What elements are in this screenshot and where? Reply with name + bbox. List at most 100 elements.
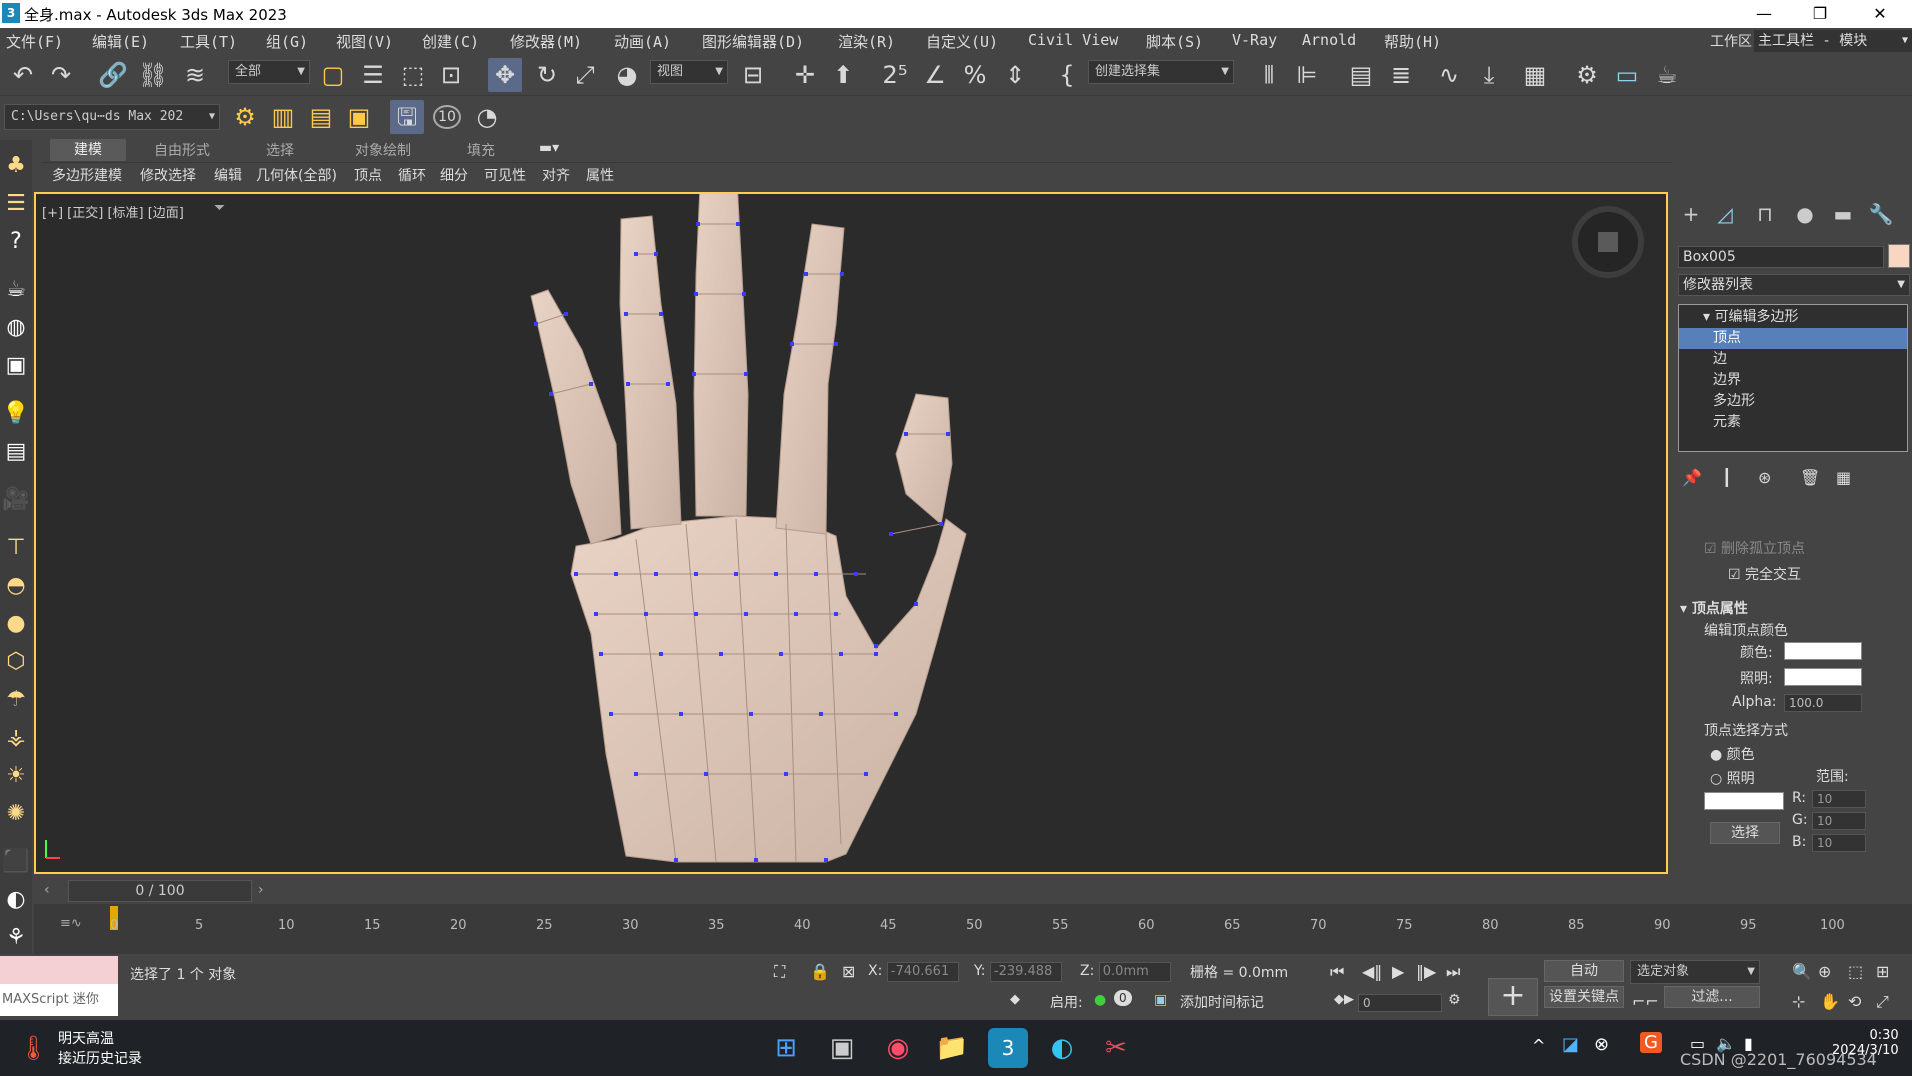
maximize-button[interactable]: ❐ (1792, 0, 1848, 28)
stack-edge[interactable]: 边 (1679, 349, 1907, 370)
save-icon[interactable]: 🖫 (390, 100, 424, 134)
3dsmax-taskbar-icon[interactable]: 3 (988, 1028, 1028, 1068)
schematic-view-icon[interactable]: ⤓ (1472, 58, 1506, 92)
vertex-color-swatch[interactable] (1784, 642, 1862, 660)
menu-scripting[interactable]: 脚本(S) (1146, 31, 1203, 52)
go-to-end-icon[interactable]: ⏭ (1446, 962, 1460, 982)
rect-selection-icon[interactable]: ⬚ (396, 58, 430, 92)
prev-frame-icon[interactable]: ‹ (44, 882, 50, 898)
snipping-tool-icon[interactable]: ✂ (1096, 1028, 1136, 1068)
stack-border[interactable]: 边界 (1679, 370, 1907, 391)
tab-selection[interactable]: 选择 (250, 140, 310, 160)
project-browse-icon[interactable]: ▤ (304, 100, 338, 134)
illumination-swatch[interactable] (1784, 668, 1862, 686)
redo-icon[interactable]: ↷ (44, 58, 78, 92)
tab-modeling[interactable]: 建模 (50, 139, 126, 161)
track-bar[interactable]: ≡∿ 0 5 10 15 20 25 30 35 40 45 50 55 60 … (34, 904, 1912, 954)
system-clock[interactable]: 0:30 2024/3/10 (1832, 1028, 1899, 1058)
stack-vertex[interactable]: 顶点 (1679, 328, 1907, 349)
time-slider[interactable]: ‹ 0 / 100 › (34, 878, 1668, 904)
menu-civil-view[interactable]: Civil View (1028, 31, 1118, 49)
radio-color[interactable]: ● 颜色 (1710, 744, 1755, 764)
spinner-snap-icon[interactable]: ⇕ (998, 58, 1032, 92)
menu-rendering[interactable]: 渲染(R) (838, 31, 895, 52)
select-color-swatch[interactable] (1704, 792, 1784, 810)
menu-edit[interactable]: 编辑(E) (92, 31, 149, 52)
enable-toggle[interactable]: 0 (1114, 990, 1132, 1006)
menu-modifiers[interactable]: 修改器(M) (510, 31, 582, 52)
viewcube[interactable] (1572, 206, 1644, 278)
create-tab-icon[interactable]: + (1676, 202, 1706, 228)
set-key-button[interactable]: 设置关键点 (1544, 986, 1624, 1008)
panel-geometry-all[interactable]: 几何体(全部) (256, 165, 337, 185)
menu-tools[interactable]: 工具(T) (180, 31, 237, 52)
panel-visibility[interactable]: 可见性 (484, 165, 526, 185)
minimize-button[interactable]: — (1736, 0, 1792, 28)
layer-explorer-icon[interactable]: ≣ (1384, 58, 1418, 92)
menu-graph-editors[interactable]: 图形编辑器(D) (702, 31, 804, 52)
teapot-icon[interactable]: ☕ (2, 276, 30, 304)
select-object-icon[interactable]: ▢ (316, 58, 350, 92)
material-sphere-icon[interactable]: ◐ (2, 886, 30, 914)
mesh-light-icon[interactable]: ⚶ (2, 724, 30, 752)
y-field[interactable]: -239.488 (989, 962, 1062, 982)
angle-snap-icon[interactable]: ∠ (918, 58, 952, 92)
camera-list-icon[interactable]: ▤ (2, 438, 30, 466)
full-interactivity-checkbox[interactable]: ☑ 完全交互 (1728, 564, 1801, 584)
reference-coord-dropdown[interactable]: 视图 ▼ (650, 60, 728, 84)
panel-properties[interactable]: 属性 (586, 165, 614, 185)
hand-thumb[interactable] (895, 393, 953, 525)
tray-app-icon[interactable]: ◪ (1562, 1034, 1579, 1055)
unlink-icon[interactable]: ⛓ (136, 58, 170, 92)
bind-space-warp-icon[interactable]: ≋ (178, 58, 212, 92)
panel-vertices[interactable]: 顶点 (354, 165, 382, 185)
field-of-view-icon[interactable]: ⊹ (1792, 992, 1805, 1011)
keyboard-shortcut-override-icon[interactable]: ⬆ (826, 58, 860, 92)
maxscript-listener[interactable]: MAXScript 迷你 (0, 956, 118, 1016)
zoom-all-icon[interactable]: ⊕ (1818, 962, 1831, 981)
z-field[interactable]: 0.0mm (1098, 962, 1171, 982)
remove-modifier-icon[interactable]: 🗑 (1800, 468, 1820, 487)
umbrella-light-icon[interactable]: ☂ (2, 686, 30, 714)
select-scale-icon[interactable]: ⤢ (568, 58, 602, 92)
key-filters-button[interactable]: 过滤... (1664, 986, 1760, 1008)
bulb-icon[interactable]: 💡 (2, 400, 30, 428)
key-filter-dropdown[interactable]: 选定对象 ▼ (1630, 960, 1760, 984)
edit-named-selection-icon[interactable]: { (1050, 58, 1084, 92)
current-frame-field[interactable]: 0 (1358, 994, 1442, 1012)
render-production-icon[interactable]: ☕ (1650, 58, 1684, 92)
next-frame-icon[interactable]: › (258, 882, 264, 898)
window-crossing-icon[interactable]: ⊡ (434, 58, 468, 92)
select-rotate-icon[interactable]: ↻ (530, 58, 564, 92)
hand-index-finger[interactable] (775, 223, 845, 535)
vertex-properties-rollout[interactable]: ▾ 顶点属性 (1680, 598, 1748, 618)
file-explorer-icon[interactable]: 📁 (932, 1028, 972, 1068)
menu-views[interactable]: 视图(V) (336, 31, 393, 52)
curve-editor-mini-icon[interactable]: ≡∿ (60, 916, 82, 931)
show-end-result-icon[interactable]: ┃ (1722, 468, 1732, 487)
time-config-icon[interactable]: ⚙ (1448, 992, 1461, 1008)
x-field[interactable]: -740.661 (886, 962, 959, 982)
select-place-icon[interactable]: ◕ (610, 58, 644, 92)
start-windows-icon[interactable]: ⊞ (766, 1028, 806, 1068)
netease-music-icon[interactable]: ◉ (878, 1028, 918, 1068)
menu-animation[interactable]: 动画(A) (614, 31, 671, 52)
selection-filter-dropdown[interactable]: 全部 ▼ (228, 60, 310, 84)
panel-loops[interactable]: 循环 (398, 165, 426, 185)
adaptive-degradation-icon[interactable]: ◆ (1010, 992, 1020, 1007)
time-tag-icon[interactable]: ▣ (1154, 992, 1167, 1008)
tab-object-paint[interactable]: 对象绘制 (338, 140, 428, 160)
g-spinner[interactable]: 10 (1812, 812, 1866, 830)
modifier-list-dropdown[interactable]: 修改器列表 ▼ (1678, 274, 1910, 296)
hierarchy-tab-icon[interactable]: ⊓ (1750, 202, 1780, 228)
hand-ring-finger[interactable] (619, 215, 682, 530)
alpha-spinner[interactable]: 100.0 (1784, 694, 1862, 712)
key-mode-icon[interactable]: ◆▶ (1334, 992, 1354, 1007)
scene-explorer-icon[interactable]: ▤ (1344, 58, 1378, 92)
sphere-icon[interactable]: ◍ (2, 314, 30, 342)
tab-populate[interactable]: 填充 (456, 140, 506, 160)
project-open-icon[interactable]: ▣ (342, 100, 376, 134)
panel-subdivision[interactable]: 细分 (440, 165, 468, 185)
help-icon[interactable]: ? (2, 228, 30, 256)
orbit-icon[interactable]: ⟲ (1848, 992, 1861, 1011)
